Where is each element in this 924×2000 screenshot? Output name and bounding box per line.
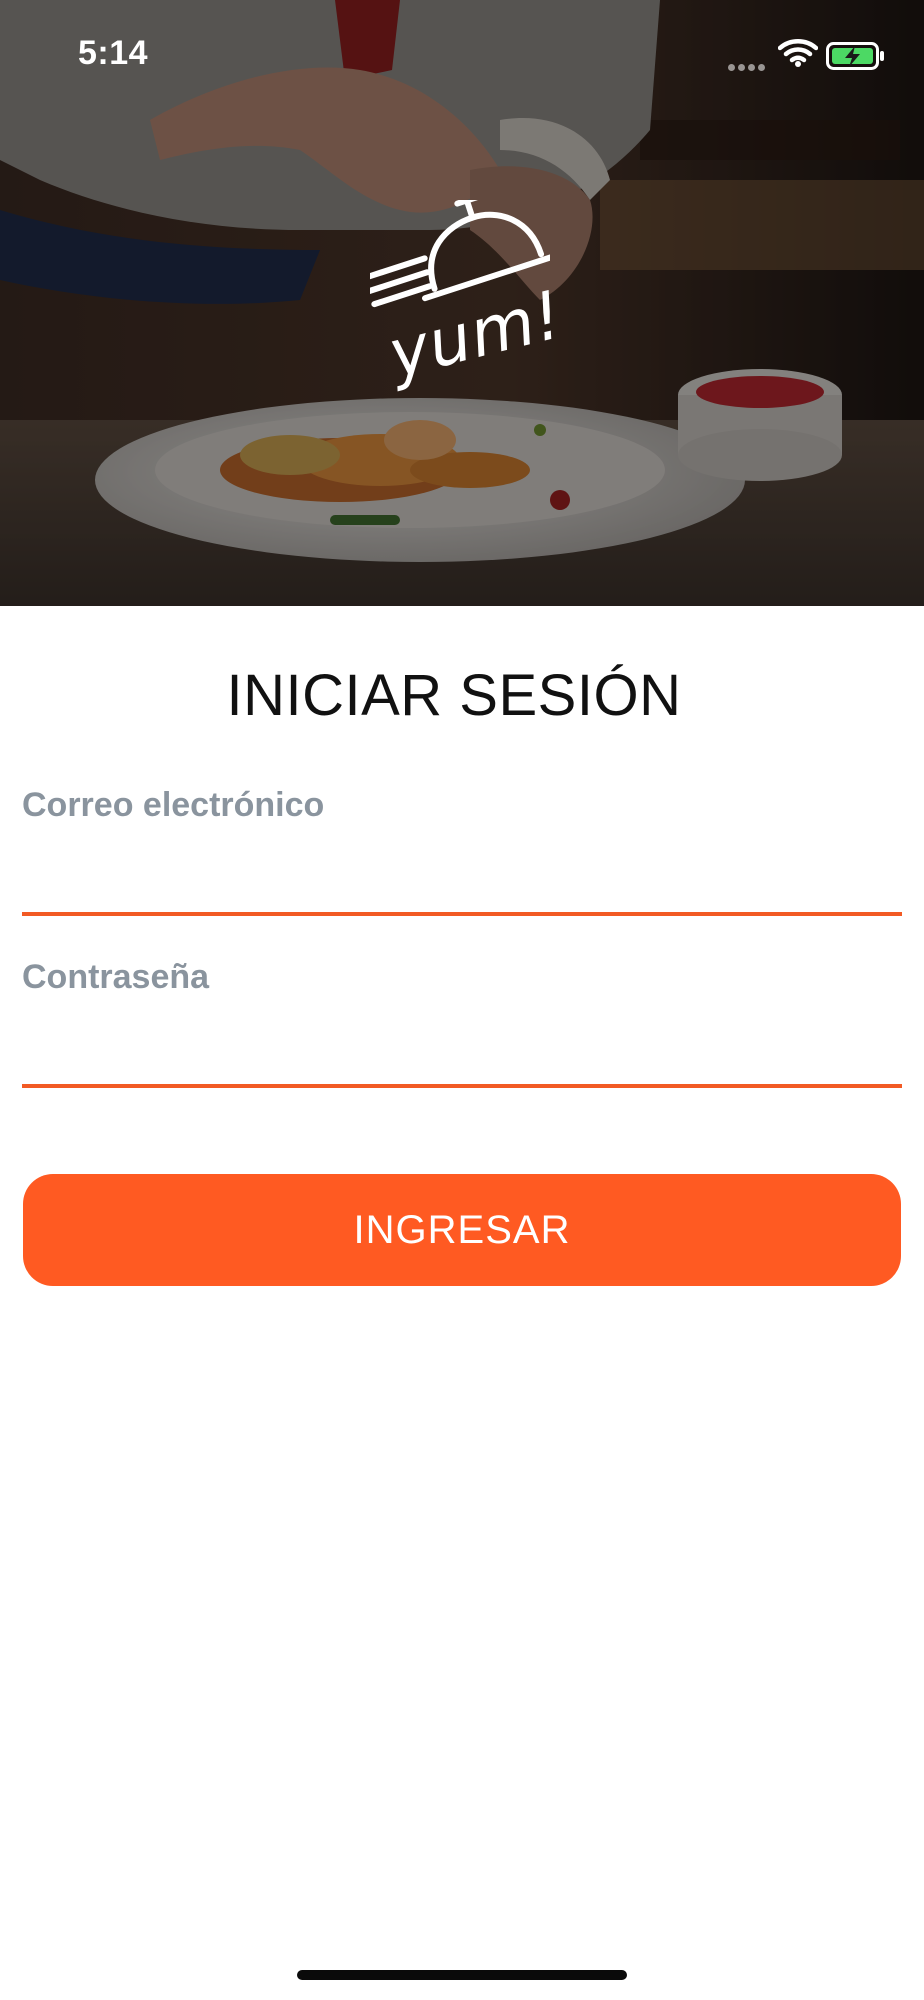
login-button[interactable]: INGRESAR	[23, 1174, 901, 1286]
home-indicator[interactable]	[297, 1970, 627, 1980]
login-screen: 5:14 yum! INICIAR SESIÓN Correo electrón…	[0, 0, 924, 2000]
cellular-signal-icon	[728, 58, 772, 71]
email-label: Correo electrónico	[22, 786, 325, 824]
email-field[interactable]	[22, 844, 902, 904]
wifi-icon	[778, 39, 818, 67]
yum-logo: yum!	[362, 194, 570, 400]
password-label: Contraseña	[22, 958, 210, 996]
password-field[interactable]	[22, 1016, 902, 1076]
page-title: INICIAR SESIÓN	[226, 663, 682, 728]
email-underline	[22, 912, 902, 916]
status-time: 5:14	[78, 34, 149, 72]
battery-charging-icon	[826, 42, 884, 70]
hero-image: 5:14 yum!	[0, 0, 924, 606]
password-underline	[22, 1084, 902, 1088]
status-bar: 5:14	[0, 0, 924, 110]
